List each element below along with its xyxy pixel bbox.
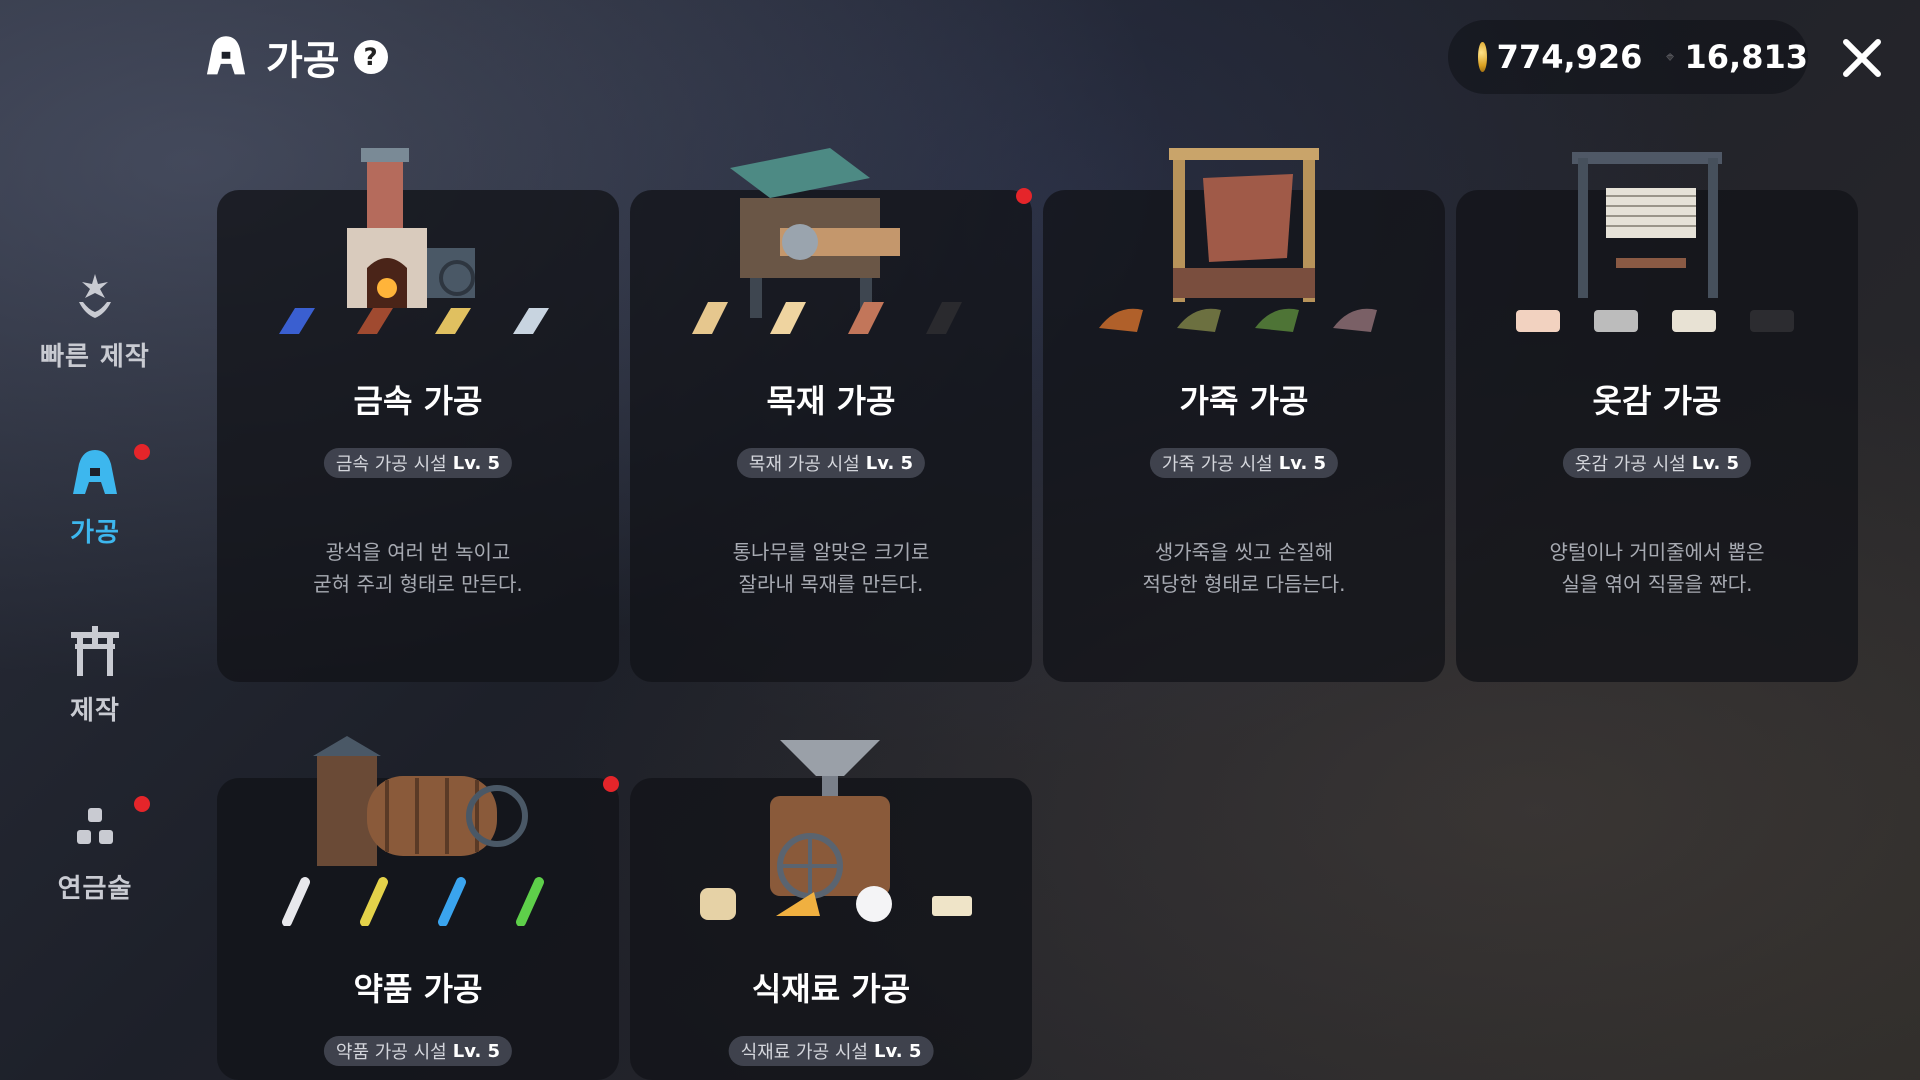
sidebar-item-craft[interactable]: 제작 (0, 622, 190, 727)
facility-level: Lv. 5 (452, 1040, 501, 1062)
sidebar-item-label: 가공 (70, 518, 120, 548)
card-description-line: 광석을 여러 번 녹이고 (325, 540, 511, 564)
card-description-line: 양털이나 거미줄에서 뽑은 (1549, 540, 1765, 564)
processing-card-medicine[interactable]: 약품 가공 약품 가공 시설 Lv. 5 (217, 736, 619, 1080)
metal-furnace-icon (279, 148, 549, 334)
sidebar-item-label: 빠른 제작 (40, 342, 150, 372)
card-description: 광석을 여러 번 녹이고 굳혀 주괴 형태로 만든다. (217, 536, 619, 600)
facility-name: 옷감 가공 시설 (1574, 454, 1686, 475)
card-title: 목재 가공 (766, 382, 896, 420)
sidebar-item-label: 연금술 (57, 874, 133, 904)
card-title: 금속 가공 (353, 382, 483, 420)
notification-dot (134, 796, 150, 812)
card-title: 가죽 가공 (1179, 382, 1309, 420)
sidebar: 빠른 제작 가공 제작 연금술 (0, 0, 190, 1080)
currency-bar: 774,926 16,813 (1448, 20, 1808, 94)
facility-level-badge: 식재료 가공 시설 Lv. 5 (728, 1036, 934, 1066)
facility-level: Lv. 5 (865, 452, 914, 474)
facility-level-badge: 약품 가공 시설 Lv. 5 (323, 1036, 513, 1066)
facility-name: 금속 가공 시설 (335, 454, 447, 475)
card-title: 옷감 가공 (1592, 382, 1722, 420)
facility-level: Lv. 5 (452, 452, 501, 474)
sparkle-hand-icon (79, 274, 111, 318)
sidebar-item-processing[interactable]: 가공 (0, 444, 190, 549)
processing-card-cloth[interactable]: 옷감 가공 옷감 가공 시설 Lv. 5 양털이나 거미줄에서 뽑은 실을 엮어… (1456, 152, 1858, 682)
notification-dot (603, 776, 619, 792)
notification-dot (134, 444, 150, 460)
card-description: 통나무를 알맞은 크기로 잘라내 목재를 만든다. (630, 536, 1032, 600)
sidebar-item-quick-craft[interactable]: 빠른 제작 (0, 268, 190, 373)
notification-dot (1016, 188, 1032, 204)
card-title: 약품 가공 (353, 970, 483, 1008)
card-description-line: 통나무를 알맞은 크기로 (732, 540, 930, 564)
processing-icon (206, 36, 246, 75)
close-icon[interactable] (1838, 34, 1886, 82)
processing-card-food[interactable]: 식재료 가공 식재료 가공 시설 Lv. 5 (630, 740, 1032, 1080)
processing-card-leather[interactable]: 가죽 가공 가죽 가공 시설 Lv. 5 생가죽을 씻고 손질해 적당한 형태로… (1043, 148, 1445, 682)
facility-level-badge: 목재 가공 시설 Lv. 5 (736, 448, 926, 478)
gate-icon (71, 626, 119, 676)
card-description-line: 실을 엮어 직물을 짠다. (1561, 572, 1753, 596)
sawmill-icon (692, 148, 962, 334)
tanning-rack-icon (1099, 148, 1377, 332)
facility-level-badge: 옷감 가공 시설 Lv. 5 (1562, 448, 1752, 478)
blocks-icon (77, 808, 113, 844)
card-description-line: 잘라내 목재를 만든다. (738, 572, 924, 596)
dark-gem-icon (1666, 53, 1675, 61)
card-description: 양털이나 거미줄에서 뽑은 실을 엮어 직물을 짠다. (1456, 536, 1858, 600)
card-description-line: 굳혀 주괴 형태로 만든다. (313, 572, 523, 596)
card-description: 생가죽을 씻고 손질해 적당한 형태로 다듬는다. (1043, 536, 1445, 600)
facility-name: 약품 가공 시설 (335, 1042, 447, 1063)
processing-card-metal[interactable]: 금속 가공 금속 가공 시설 Lv. 5 광석을 여러 번 녹이고 굳혀 주괴 … (217, 148, 619, 682)
facility-name: 가죽 가공 시설 (1161, 454, 1273, 475)
gold-amount: 774,926 (1496, 38, 1643, 76)
processing-icon (73, 450, 117, 494)
card-title: 식재료 가공 (751, 970, 911, 1008)
facility-level-badge: 금속 가공 시설 Lv. 5 (323, 448, 513, 478)
sidebar-item-label: 제작 (70, 696, 120, 726)
medicine-barrel-icon (282, 736, 544, 926)
card-description-line: 생가죽을 씻고 손질해 (1154, 540, 1334, 564)
sidebar-item-alchemy[interactable]: 연금술 (0, 796, 190, 905)
grinder-icon (700, 740, 972, 922)
facility-level-badge: 가죽 가공 시설 Lv. 5 (1149, 448, 1339, 478)
page-header: 가공 ? (200, 28, 388, 86)
facility-name: 목재 가공 시설 (748, 454, 860, 475)
processing-card-wood[interactable]: 목재 가공 목재 가공 시설 Lv. 5 통나무를 알맞은 크기로 잘라내 목재… (630, 148, 1032, 682)
facility-level: Lv. 5 (1278, 452, 1327, 474)
facility-level: Lv. 5 (874, 1040, 922, 1062)
card-description-line: 적당한 형태로 다듬는다. (1142, 572, 1346, 596)
page-title: 가공 (266, 38, 340, 84)
gem-amount: 16,813 (1684, 38, 1808, 76)
facility-name: 식재료 가공 시설 (740, 1042, 868, 1063)
question-icon[interactable]: ? (353, 40, 388, 74)
facility-level: Lv. 5 (1691, 452, 1740, 474)
gold-coin-icon (1478, 42, 1487, 72)
loom-icon (1516, 152, 1794, 332)
